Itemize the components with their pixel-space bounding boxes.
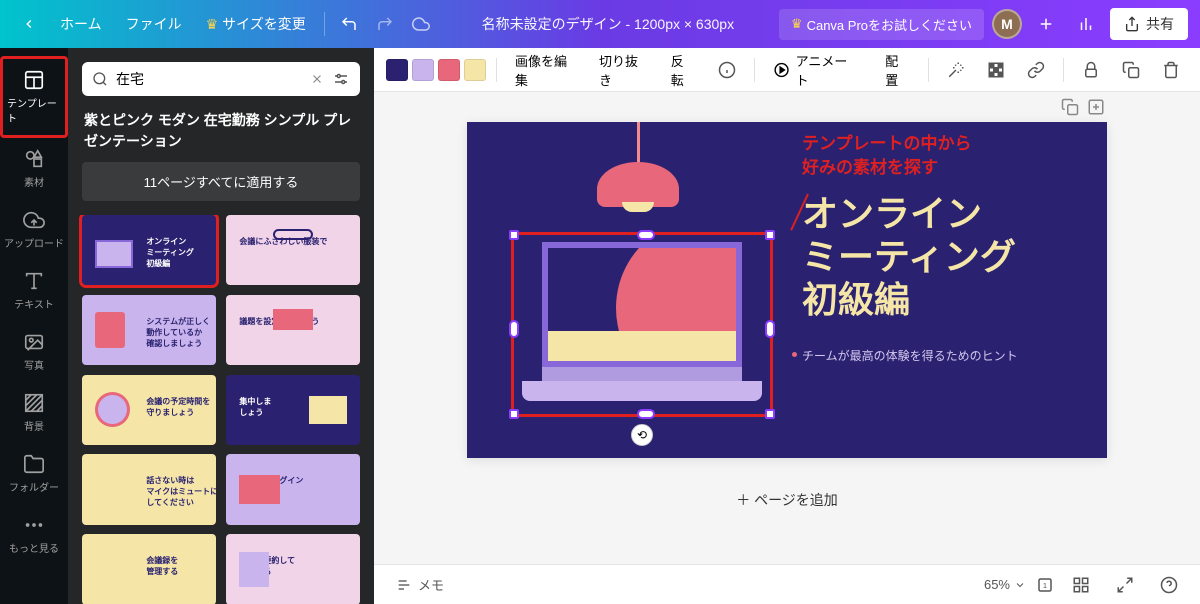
template-name: 紫とピンク モダン 在宅勤務 シンプル プレゼンテーション [68, 110, 374, 162]
home-button[interactable]: ホーム [50, 8, 112, 40]
rail-text[interactable]: テキスト [0, 260, 68, 321]
template-thumb[interactable]: 会議にふさわしい服装で [226, 215, 360, 285]
page-add-icon[interactable] [1087, 98, 1107, 118]
slide-title[interactable]: オンラインミーティング初級編 [802, 192, 1016, 322]
grid-view-button[interactable] [1064, 571, 1098, 599]
more-icon [23, 514, 45, 536]
color-swatch[interactable] [464, 59, 486, 81]
search-icon [92, 71, 108, 87]
add-page-button[interactable]: ＋ ページを追加 [716, 480, 858, 520]
template-thumb[interactable]: 会議へのログイン を知らせる [226, 454, 360, 524]
rail-templates[interactable]: テンプレート [0, 56, 68, 138]
elements-icon [23, 148, 45, 170]
insights-button[interactable] [1070, 8, 1102, 40]
template-thumb[interactable]: システムが正しく 動作しているか 確認しましょう [82, 295, 216, 365]
background-icon [23, 392, 45, 414]
svg-text:1: 1 [1043, 581, 1047, 590]
rail-background[interactable]: 背景 [0, 382, 68, 443]
link-button[interactable] [1019, 56, 1053, 84]
resize-handle-n[interactable] [637, 230, 655, 240]
template-search[interactable] [82, 62, 360, 96]
cloud-save-icon [405, 8, 437, 40]
template-thumb[interactable]: 会議を要約して 完了する [226, 534, 360, 604]
resize-label: サイズを変更 [222, 14, 306, 34]
rail-more[interactable]: もっと見る [0, 504, 68, 565]
rotate-handle[interactable]: ⟲ [631, 424, 653, 446]
lock-button[interactable] [1074, 56, 1108, 84]
rail-uploads[interactable]: アップロード [0, 199, 68, 260]
annotation-text: テンプレートの中から好みの素材を探す [802, 132, 972, 180]
template-thumb[interactable]: 集中しま しょう [226, 375, 360, 445]
delete-button[interactable] [1154, 56, 1188, 84]
position-button[interactable]: 配置 [877, 46, 918, 94]
try-pro-button[interactable]: ♛Canva Proをお試しください [779, 9, 984, 40]
flip-button[interactable]: 反転 [663, 46, 704, 94]
apply-all-button[interactable]: 11ページすべてに適用する [82, 162, 360, 201]
redo-button[interactable] [369, 8, 401, 40]
animate-button[interactable]: アニメート [765, 46, 866, 94]
folder-icon [23, 453, 45, 475]
rail-folders[interactable]: フォルダー [0, 443, 68, 504]
page-indicator[interactable]: 1 [1036, 576, 1054, 594]
back-button[interactable] [12, 11, 46, 37]
search-input[interactable] [116, 71, 302, 87]
selection-box[interactable]: ⟲ [511, 232, 773, 417]
template-thumb[interactable]: 会議録を 管理する [82, 534, 216, 604]
zoom-level[interactable]: 65% [984, 577, 1026, 592]
rail-photos[interactable]: 写真 [0, 321, 68, 382]
template-thumb[interactable]: オンライン ミーティング 初級編 [82, 215, 216, 285]
uploads-icon [23, 209, 45, 231]
edit-image-button[interactable]: 画像を編集 [507, 46, 585, 94]
transparency-button[interactable] [979, 56, 1013, 84]
rail-elements[interactable]: 素材 [0, 138, 68, 199]
color-swatch[interactable] [438, 59, 460, 81]
resize-handle-ne[interactable] [765, 230, 775, 240]
color-swatch[interactable] [412, 59, 434, 81]
clear-search-icon[interactable] [310, 72, 324, 86]
template-thumb[interactable]: 議題を設定しましょう [226, 295, 360, 365]
duplicate-button[interactable] [1114, 56, 1148, 84]
resize-handle-w[interactable] [509, 320, 519, 338]
resize-button[interactable]: ♛サイズを変更 [196, 8, 316, 40]
crop-button[interactable]: 切り抜き [591, 46, 657, 94]
undo-button[interactable] [333, 8, 365, 40]
slide-subtitle[interactable]: チームが最高の体験を得るためのヒント [802, 347, 1018, 364]
template-thumb[interactable]: 会議の予定時間を 守りましょう [82, 375, 216, 445]
filter-icon[interactable] [332, 70, 350, 88]
text-icon [23, 270, 45, 292]
resize-handle-nw[interactable] [509, 230, 519, 240]
fullscreen-button[interactable] [1108, 571, 1142, 599]
photos-icon [23, 331, 45, 353]
color-swatch[interactable] [386, 59, 408, 81]
resize-handle-e[interactable] [765, 320, 775, 338]
avatar[interactable]: M [992, 9, 1022, 39]
add-member-button[interactable] [1030, 8, 1062, 40]
file-menu[interactable]: ファイル [116, 8, 192, 40]
share-button[interactable]: 共有 [1110, 8, 1188, 40]
document-title[interactable]: 名称未設定のデザイン - 1200px × 630px [437, 14, 779, 34]
resize-handle-s[interactable] [637, 409, 655, 419]
notes-button[interactable]: メモ [388, 570, 452, 599]
resize-handle-sw[interactable] [509, 409, 519, 419]
canvas-page[interactable]: ⟲ テンプレートの中から好みの素材を探す オンラインミーティング初級編 チームが… [467, 122, 1107, 458]
template-thumb[interactable]: 話さない時は マイクはミュートに してください [82, 454, 216, 524]
info-button[interactable] [710, 56, 744, 84]
resize-handle-se[interactable] [765, 409, 775, 419]
templates-icon [23, 69, 45, 91]
magic-button[interactable] [939, 56, 973, 84]
page-duplicate-icon[interactable] [1061, 98, 1081, 118]
help-button[interactable] [1152, 571, 1186, 599]
